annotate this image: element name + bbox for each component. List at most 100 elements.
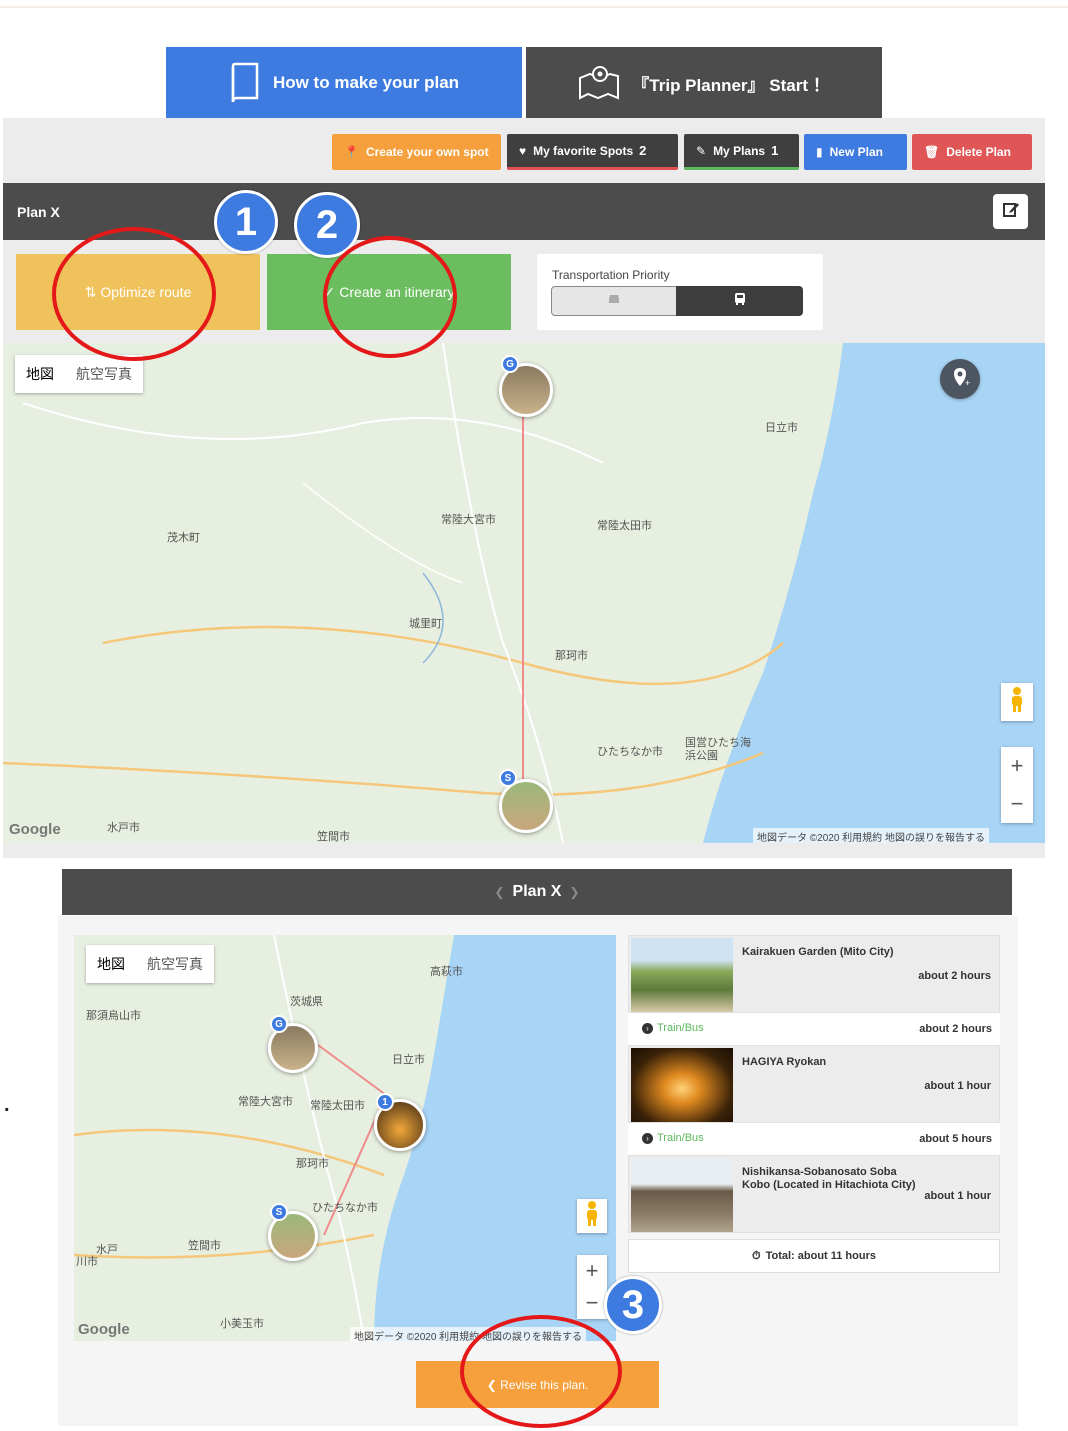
start-badge: S	[270, 1203, 288, 1221]
pegman-icon	[585, 1200, 599, 1232]
favorite-spots-count: 2	[639, 143, 647, 158]
map-label: 常陸大宮市	[441, 514, 496, 526]
highlight-ring-itinerary	[323, 236, 457, 358]
itinerary-plan-title: Plan X	[512, 883, 562, 900]
itinerary-spot[interactable]: Kairakuen Garden (Mito City) about 2 hou…	[628, 935, 1000, 1013]
how-to-label: How to make your plan	[272, 73, 460, 92]
map-label: 川市	[76, 1256, 98, 1268]
start-spot-marker[interactable]	[499, 779, 553, 833]
highlight-ring-optimize	[52, 227, 216, 361]
plan-title: Plan X	[17, 203, 60, 220]
trip-planner-start-tab[interactable]: 『Trip Planner』 Start ！	[526, 47, 882, 119]
map-type-map[interactable]: 地図	[15, 355, 65, 393]
map-label: 茨城県	[290, 996, 323, 1008]
edit-icon	[1002, 200, 1020, 223]
itinerary-title-bar: ❮ Plan X ❯	[62, 869, 1012, 915]
edit-plan-button[interactable]	[993, 194, 1028, 229]
side-mark: .	[4, 1094, 10, 1116]
spot-duration: about 2 hours	[918, 970, 991, 982]
map-label: 城里町	[409, 618, 442, 630]
document-icon: ▮	[816, 145, 823, 159]
map-label: 那珂市	[296, 1158, 329, 1170]
travel-segment: › Train/Bus about 5 hours	[628, 1123, 1000, 1155]
map-terrain	[74, 935, 616, 1341]
travel-segment: › Train/Bus about 2 hours	[628, 1013, 1000, 1045]
create-own-spot-label: Create your own spot	[365, 145, 489, 159]
highlight-ring-revise	[460, 1315, 622, 1428]
annotation-marker-one: 1	[214, 190, 278, 254]
map-label: 笠間市	[317, 831, 350, 843]
favorite-spots-label: My favorite Spots	[533, 143, 634, 158]
map-footer: 地図データ ©2020 利用規約 地図の誤りを報告する	[753, 828, 989, 843]
street-view-pegman[interactable]	[577, 1199, 607, 1233]
my-plans-button[interactable]: ✎ My Plans 1	[684, 134, 799, 170]
favorite-spots-button[interactable]: ♥ My favorite Spots 2	[507, 134, 678, 170]
map-terrain	[3, 343, 1045, 843]
delete-plan-button[interactable]: 🗑 Delete Plan	[912, 134, 1032, 170]
my-plans-count: 1	[771, 143, 779, 158]
next-plan-button[interactable]: ❯	[569, 885, 579, 899]
stopwatch-icon: ⏱	[751, 1249, 761, 1262]
map-label: 水戸市	[107, 822, 140, 834]
map-label: 水戸	[96, 1244, 118, 1256]
spot-name: Kairakuen Garden (Mito City)	[742, 946, 894, 958]
map-label: 常陸太田市	[597, 520, 652, 532]
car-toggle[interactable]	[551, 286, 677, 316]
map-label: 茂木町	[167, 532, 200, 544]
map-label: 常陸太田市	[310, 1100, 365, 1112]
spot-one-badge: 1	[376, 1093, 394, 1111]
total-duration: Total: about 11 hours	[765, 1250, 876, 1262]
map-label: ひたちなか市	[312, 1202, 378, 1214]
spot-photo	[631, 1158, 733, 1232]
car-icon	[607, 292, 621, 310]
new-plan-label: New Plan	[829, 145, 883, 159]
goal-badge: G	[501, 355, 519, 373]
goal-badge: G	[270, 1015, 288, 1033]
google-logo: Google	[9, 821, 61, 838]
map-label: ひたちなか市	[597, 746, 663, 758]
travel-duration: about 2 hours	[919, 1023, 992, 1035]
start-badge: S	[499, 769, 517, 787]
itinerary-total: ⏱ Total: about 11 hours	[628, 1239, 1000, 1273]
transportation-label: Transportation Priority	[552, 268, 670, 282]
itinerary-spot[interactable]: Nishikansa-Sobanosato Soba Kobo (Located…	[628, 1155, 1000, 1233]
heart-icon: ♥	[519, 143, 527, 158]
book-icon	[229, 62, 261, 104]
map-label: 日立市	[765, 422, 798, 434]
spot-name: HAGIYA Ryokan	[742, 1056, 827, 1068]
zoom-out-button[interactable]: −	[586, 1290, 599, 1316]
map-type-control[interactable]: 地図 航空写真	[86, 945, 214, 983]
train-icon	[733, 292, 747, 311]
zoom-control: + −	[577, 1255, 607, 1319]
travel-mode: Train/Bus	[657, 1132, 704, 1144]
new-plan-button[interactable]: ▮ New Plan	[804, 134, 907, 170]
location-pin-icon: 📍	[344, 145, 359, 159]
chevron-circle-icon: ›	[642, 1133, 653, 1144]
annotation-marker-three: 3	[604, 1276, 662, 1334]
spot-name: Nishikansa-Sobanosato Soba Kobo (Located…	[742, 1166, 916, 1191]
spot-duration: about 1 hour	[924, 1190, 991, 1202]
travel-mode: Train/Bus	[657, 1022, 704, 1034]
zoom-in-button[interactable]: +	[586, 1258, 599, 1284]
itinerary-map[interactable]: 地図 航空写真 高萩市 茨城県 那須烏山市 日立市 常陸大宮市 常陸太田市 那珂…	[74, 935, 616, 1341]
delete-plan-label: Delete Plan	[946, 145, 1011, 159]
zoom-out-button[interactable]: −	[1011, 791, 1024, 817]
trip-planner-start-label: 『Trip Planner』 Start ！	[632, 75, 830, 95]
route-map[interactable]: 地図 航空写真 日立市 常陸大宮市 常陸太田市 茂木町 城里町 那珂市 ひたちな…	[3, 343, 1045, 843]
add-spot-button[interactable]: +	[940, 359, 980, 399]
map-type-control[interactable]: 地図 航空写真	[15, 355, 143, 393]
prev-plan-button[interactable]: ❮	[494, 885, 504, 899]
itinerary-spot[interactable]: HAGIYA Ryokan about 1 hour	[628, 1045, 1000, 1123]
map-label: 那須烏山市	[86, 1010, 141, 1022]
create-own-spot-button[interactable]: 📍 Create your own spot	[332, 134, 501, 170]
street-view-pegman[interactable]	[1001, 683, 1033, 721]
map-type-satellite[interactable]: 航空写真	[136, 945, 214, 983]
spot-duration: about 1 hour	[924, 1080, 991, 1092]
transportation-priority: Transportation Priority	[537, 254, 823, 330]
train-toggle[interactable]	[676, 286, 803, 316]
map-pin-icon	[578, 64, 620, 102]
map-type-map[interactable]: 地図	[86, 945, 136, 983]
how-to-tab[interactable]: How to make your plan	[166, 47, 522, 119]
map-label: 高萩市	[430, 966, 463, 978]
zoom-in-button[interactable]: +	[1011, 753, 1024, 779]
